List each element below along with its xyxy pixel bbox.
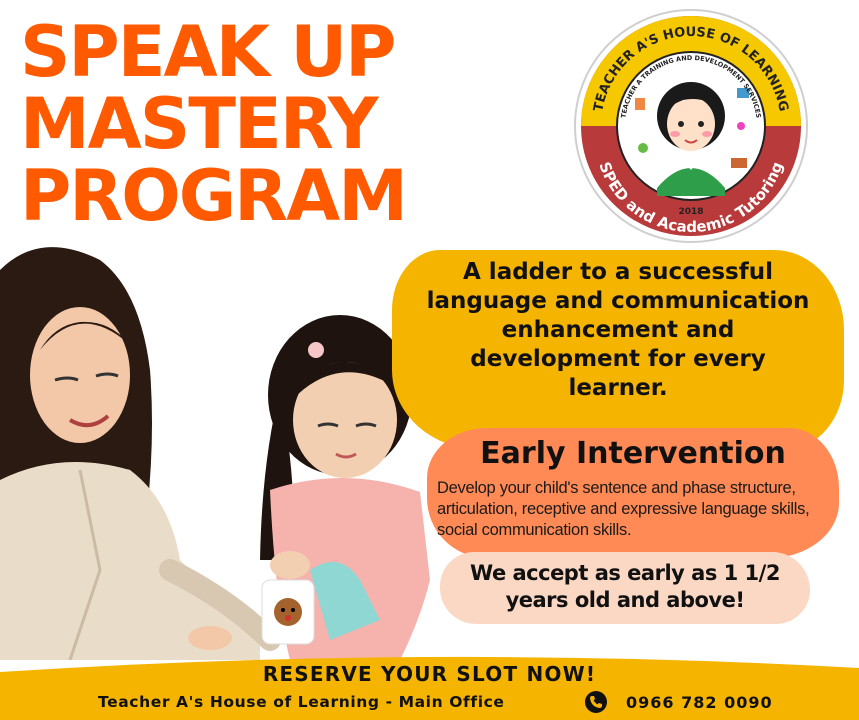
headline-line-2: MASTERY <box>20 83 379 165</box>
tagline: A ladder to a successful language and co… <box>426 259 810 401</box>
office-name: Teacher A's House of Learning - Main Off… <box>98 693 505 711</box>
age-note: We accept as early as 1 1/2 years old an… <box>470 561 780 612</box>
poster: SPEAK UP MASTERY PROGRAM TEACHER A'S HOU… <box>0 0 859 720</box>
headline-line-3: PROGRAM <box>20 155 408 237</box>
logo-seal: TEACHER A'S HOUSE OF LEARNING TEACHER A … <box>574 9 808 243</box>
phone-number: 0966 782 0090 <box>626 693 773 712</box>
phone-icon <box>585 691 607 713</box>
early-intervention-description: Develop your child's sentence and phase … <box>437 479 810 539</box>
reserve-slot-cta: RESERVE YOUR SLOT NOW! <box>262 662 597 686</box>
logo-year: 2018 <box>678 207 703 217</box>
headline: SPEAK UP MASTERY PROGRAM <box>20 11 408 237</box>
early-intervention-title: Early Intervention <box>480 436 786 471</box>
headline-line-1: SPEAK UP <box>20 11 396 93</box>
